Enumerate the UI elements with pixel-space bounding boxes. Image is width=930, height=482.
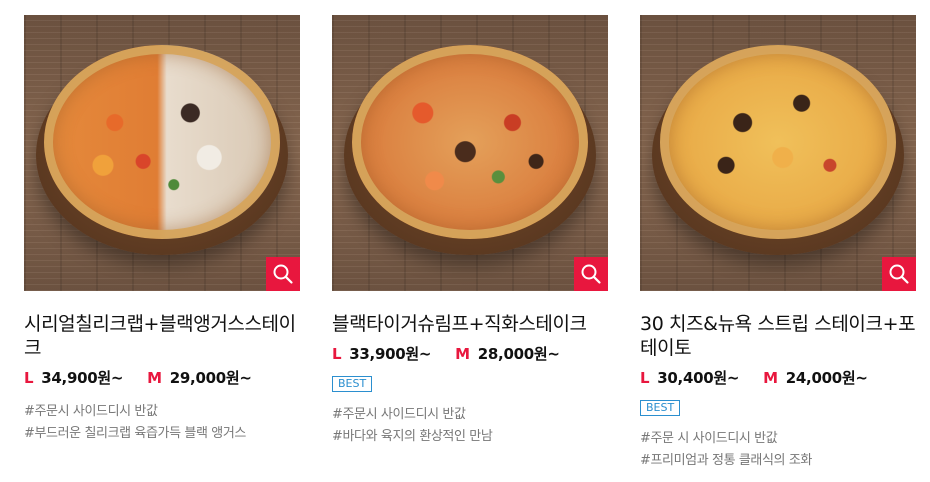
product-name[interactable]: 시리얼칠리크랩+블랙앵거스스테이크 <box>24 312 300 360</box>
magnifier-icon <box>273 264 293 284</box>
pizza-photo <box>660 45 896 239</box>
tag: #프리미엄과 정통 클래식의 조화 <box>640 453 812 468</box>
price-l: 34,900원~ <box>41 369 124 387</box>
tag: #주문시 사이드디시 반값 <box>332 407 466 422</box>
size-l-label: L <box>24 368 34 387</box>
best-badge: BEST <box>640 400 681 416</box>
size-m-label: M <box>763 368 778 387</box>
product-name[interactable]: 블랙타이거슈림프+직화스테이크 <box>332 312 608 336</box>
magnifier-icon <box>889 264 909 284</box>
price-m: 29,000원~ <box>169 369 252 387</box>
price-row: L 34,900원~ M 29,000원~ <box>24 367 300 388</box>
tag: #주문시 사이드디시 반값 <box>24 404 158 419</box>
product-card[interactable]: 블랙타이거슈림프+직화스테이크 L 33,900원~ M 28,000원~ BE… <box>332 15 608 448</box>
best-badge: BEST <box>332 376 373 392</box>
product-name[interactable]: 30 치즈&뉴욕 스트립 스테이크+포테이토 <box>640 312 916 360</box>
price-l: 30,400원~ <box>657 369 740 387</box>
product-image[interactable] <box>24 15 300 291</box>
size-m-label: M <box>147 368 162 387</box>
magnifier-icon <box>581 264 601 284</box>
pizza-photo <box>352 45 588 239</box>
price-row: L 30,400원~ M 24,000원~ <box>640 367 916 388</box>
size-m-label: M <box>455 344 470 363</box>
product-card[interactable]: 시리얼칠리크랩+블랙앵거스스테이크 L 34,900원~ M 29,000원~ … <box>24 15 300 445</box>
price-row: L 33,900원~ M 28,000원~ <box>332 343 608 364</box>
price-l: 33,900원~ <box>349 345 432 363</box>
tag-list: #주문 시 사이드디시 반값 #프리미엄과 정통 클래식의 조화 <box>640 428 916 472</box>
product-card[interactable]: 30 치즈&뉴욕 스트립 스테이크+포테이토 L 30,400원~ M 24,0… <box>640 15 916 472</box>
price-m: 24,000원~ <box>785 369 868 387</box>
product-image[interactable] <box>332 15 608 291</box>
tag: #부드러운 칠리크랩 육즙가득 블랙 앵거스 <box>24 426 246 441</box>
size-l-label: L <box>332 344 342 363</box>
product-image[interactable] <box>640 15 916 291</box>
tag: #주문 시 사이드디시 반값 <box>640 431 778 446</box>
tag-list: #주문시 사이드디시 반값 #부드러운 칠리크랩 육즙가득 블랙 앵거스 <box>24 401 300 445</box>
zoom-button[interactable] <box>574 257 608 291</box>
price-m: 28,000원~ <box>477 345 560 363</box>
zoom-button[interactable] <box>882 257 916 291</box>
pizza-photo <box>44 45 280 239</box>
zoom-button[interactable] <box>266 257 300 291</box>
tag-list: #주문시 사이드디시 반값 #바다와 육지의 환상적인 만남 <box>332 404 608 448</box>
size-l-label: L <box>640 368 650 387</box>
tag: #바다와 육지의 환상적인 만남 <box>332 429 493 444</box>
